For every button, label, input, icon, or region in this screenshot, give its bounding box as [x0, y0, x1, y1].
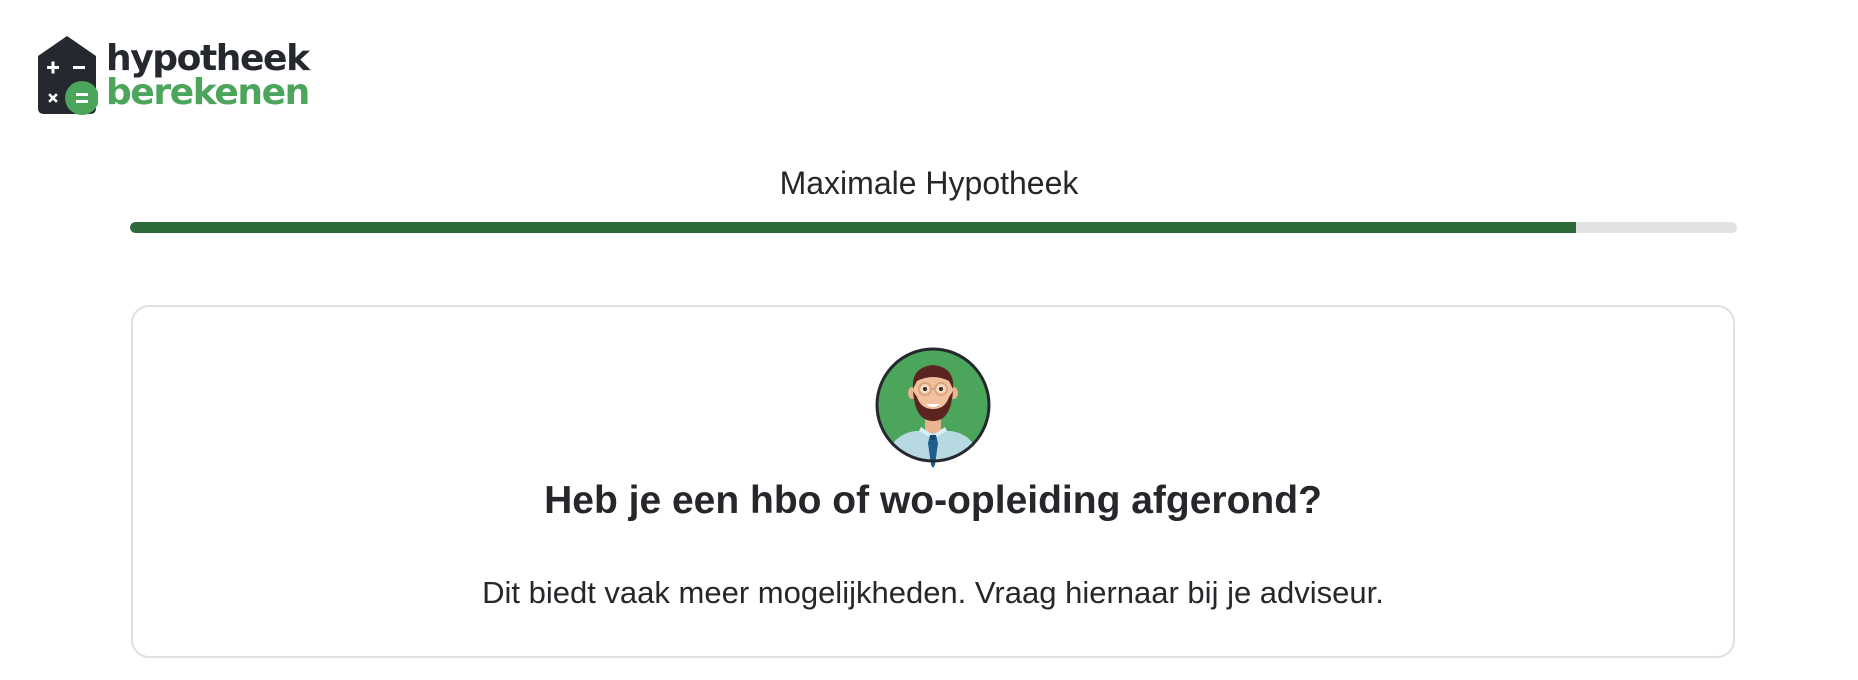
advisor-avatar-icon: [875, 347, 991, 469]
calculator-house-icon: [36, 34, 98, 116]
step-title: Maximale Hypotheek: [779, 165, 1079, 201]
logo-text-line1: hypotheek: [106, 38, 310, 79]
progress-bar: [130, 222, 1737, 233]
progress-bar-fill: [130, 222, 1577, 233]
question-hint: Dit biedt vaak meer mogelijkheden. Vraag…: [482, 575, 1384, 610]
site-logo[interactable]: hypotheek berekenen: [36, 34, 310, 116]
logo-text-line2: berekenen: [106, 72, 310, 113]
question-heading: Heb je een hbo of wo-opleiding afgerond?: [544, 479, 1322, 522]
question-card: Heb je een hbo of wo-opleiding afgerond?…: [131, 305, 1735, 658]
logo-wordmark: hypotheek berekenen: [106, 38, 310, 113]
page: hypotheek berekenen Maximale Hypotheek H…: [0, 0, 1858, 680]
